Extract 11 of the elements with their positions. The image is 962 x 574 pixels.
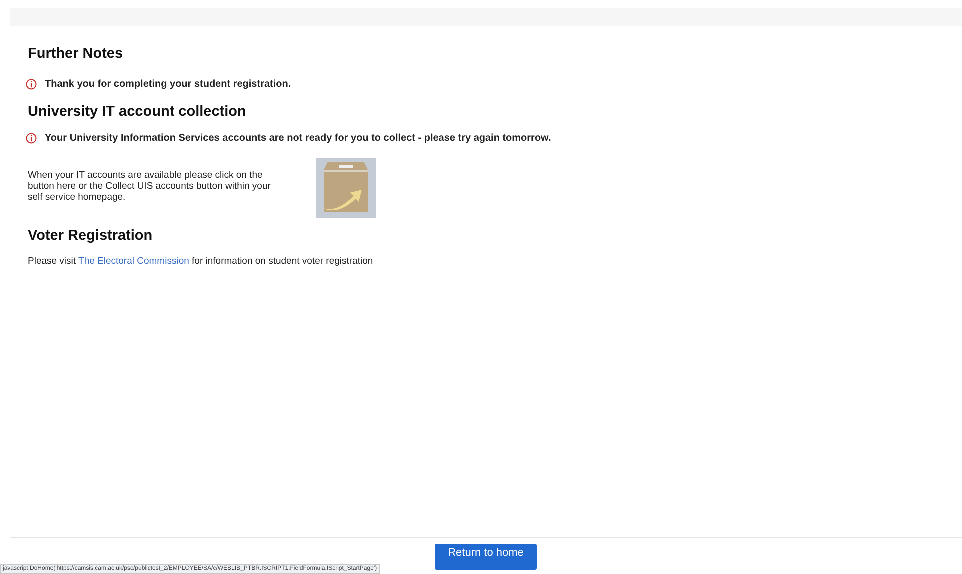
section-heading: University IT account collection (28, 104, 248, 120)
instruction-text: When your IT accounts are available please click on the button here or the Collect UIS accounts button within your self service homepage. (28, 170, 272, 203)
electoral-commission-link[interactable]: The Electoral Commission (78, 256, 190, 267)
notice-text: Thank you for completing your student registration. (45, 79, 292, 90)
return-home-button[interactable]: Return to home (435, 544, 537, 570)
info-icon (26, 133, 37, 144)
voter-info-text: Please visit The Electoral Commission for information on student voter registration (28, 256, 374, 267)
section-heading: Voter Registration (28, 228, 154, 244)
section-heading: Further Notes (28, 46, 124, 62)
info-icon (26, 79, 37, 90)
notice-text: Your University Information Services accounts are not ready for you to collect - please try again tomorrow. (45, 133, 552, 144)
